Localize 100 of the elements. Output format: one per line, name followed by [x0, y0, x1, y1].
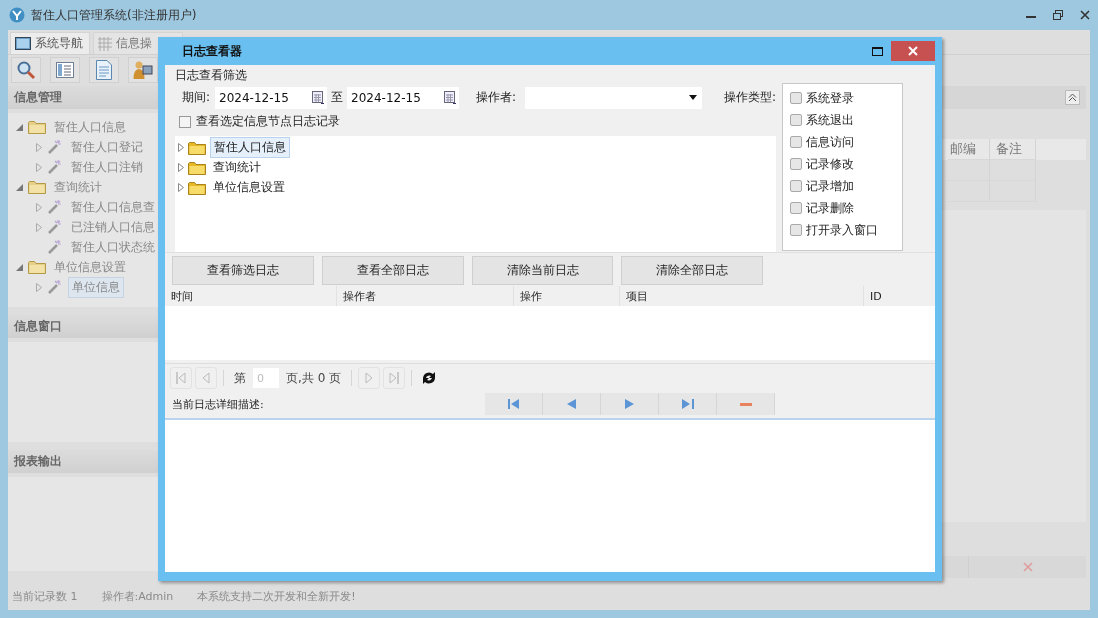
- last-page-button[interactable]: [383, 367, 406, 389]
- checkbox[interactable]: [790, 158, 802, 170]
- field-label: 至: [331, 89, 344, 107]
- collapsed-arrow-icon[interactable]: [178, 143, 184, 153]
- expanded-arrow-icon[interactable]: [16, 183, 23, 191]
- monitor-icon: [15, 37, 31, 50]
- grid-icon: [98, 36, 112, 51]
- folder-icon: [188, 140, 206, 155]
- group-title: 日志查看筛选: [175, 67, 248, 84]
- column-header: 邮编: [948, 139, 990, 160]
- wand-icon: [47, 139, 63, 155]
- folder-icon: [188, 160, 206, 175]
- checkbox-label[interactable]: 记录修改: [806, 155, 854, 173]
- checkbox-label[interactable]: 系统退出: [806, 111, 854, 129]
- next-record-icon: [625, 399, 634, 409]
- collapsed-arrow-icon[interactable]: [36, 162, 42, 172]
- collapsed-arrow-icon[interactable]: [36, 222, 42, 232]
- tree-item[interactable]: 单位信息设置: [210, 178, 288, 198]
- collapsed-arrow-icon[interactable]: [36, 282, 42, 292]
- checkbox-label[interactable]: 记录增加: [806, 177, 854, 195]
- date-field[interactable]: 2024-12-15: [347, 86, 460, 109]
- next-record-button[interactable]: [601, 393, 659, 415]
- double-chevron-up-icon: [1068, 93, 1077, 102]
- column-header: 项目: [620, 286, 864, 306]
- tree-item[interactable]: 暂住人口信息: [210, 137, 290, 159]
- caret-icon: [688, 95, 697, 101]
- tree-item[interactable]: 查询统计: [210, 158, 264, 178]
- restore-icon: [1052, 10, 1063, 20]
- next-page-button[interactable]: [358, 367, 381, 389]
- remove-record-button[interactable]: [717, 393, 775, 415]
- close-icon: [1022, 562, 1033, 572]
- list-view-button[interactable]: [50, 56, 80, 83]
- dialog-title: 日志查看器: [182, 42, 242, 60]
- wand-icon: [47, 199, 63, 215]
- close-icon: [908, 46, 918, 56]
- collapsed-arrow-icon[interactable]: [36, 142, 42, 152]
- checkbox[interactable]: [790, 180, 802, 192]
- collapsed-arrow-icon[interactable]: [36, 202, 42, 212]
- checkbox[interactable]: [790, 114, 802, 126]
- field-label: 期间:: [182, 89, 211, 107]
- checkbox[interactable]: [790, 136, 802, 148]
- document-icon: [96, 59, 112, 80]
- checkbox-label[interactable]: 信息访问: [806, 133, 854, 151]
- page-count-text: 页,共 0 页: [286, 369, 342, 387]
- checkbox-label[interactable]: 查看选定信息节点日志记录: [196, 113, 340, 131]
- refresh-icon: [421, 371, 438, 385]
- collapsed-arrow-icon[interactable]: [178, 183, 184, 193]
- column-header: 操作者: [337, 286, 514, 306]
- last-record-icon: [681, 399, 694, 409]
- previous-page-button[interactable]: [195, 367, 217, 389]
- collapsed-arrow-icon[interactable]: [178, 163, 184, 173]
- folder-icon: [188, 180, 206, 195]
- close-button[interactable]: [891, 41, 935, 61]
- section-label: 当前日志详细描述:: [172, 396, 265, 412]
- person-icon: [133, 59, 153, 80]
- checkbox-label[interactable]: 系统登录: [806, 89, 854, 107]
- column-header: 时间: [165, 286, 337, 306]
- action-button[interactable]: 清除当前日志: [472, 256, 613, 285]
- document-button[interactable]: [89, 56, 119, 83]
- wand-icon: [47, 239, 63, 255]
- close-icon: [1079, 10, 1090, 20]
- wand-icon: [47, 159, 63, 175]
- first-record-button[interactable]: [485, 393, 543, 415]
- action-button[interactable]: 查看筛选日志: [172, 256, 314, 285]
- action-button[interactable]: 查看全部日志: [322, 256, 464, 285]
- collapse-button[interactable]: [1065, 90, 1080, 105]
- wand-icon: [47, 279, 63, 295]
- previous-page-icon: [202, 372, 210, 384]
- column-header: 备注: [990, 139, 1036, 160]
- field-label: 操作者:: [476, 89, 517, 107]
- checkbox-label[interactable]: 记录删除: [806, 199, 854, 217]
- checkbox[interactable]: [179, 115, 191, 128]
- search-icon: [16, 59, 36, 80]
- folder-icon: [28, 180, 46, 194]
- user-info-button[interactable]: [128, 56, 158, 83]
- checkbox-label[interactable]: 打开录入窗口: [806, 221, 878, 239]
- checkbox[interactable]: [790, 224, 802, 236]
- expanded-arrow-icon[interactable]: [16, 263, 23, 271]
- status-text: 操作者:Admin: [101, 588, 174, 604]
- status-text: 当前记录数 1: [12, 588, 78, 604]
- folder-icon: [28, 260, 46, 274]
- first-record-icon: [507, 399, 520, 409]
- date-field[interactable]: 2024-12-15: [215, 86, 328, 109]
- checkbox[interactable]: [790, 92, 802, 104]
- app-logo-icon: [9, 7, 25, 23]
- folder-icon: [28, 120, 46, 134]
- next-page-icon: [365, 372, 374, 384]
- wand-icon: [47, 219, 63, 235]
- search-button[interactable]: [11, 56, 41, 83]
- first-page-button[interactable]: [170, 367, 192, 389]
- previous-record-icon: [567, 399, 576, 409]
- tab[interactable]: 系统导航: [10, 32, 90, 54]
- previous-record-button[interactable]: [543, 393, 601, 415]
- last-record-button[interactable]: [659, 393, 717, 415]
- first-page-icon: [176, 372, 186, 384]
- column-header: ID: [869, 288, 883, 305]
- expanded-arrow-icon[interactable]: [16, 123, 23, 131]
- action-button[interactable]: 清除全部日志: [621, 256, 763, 285]
- checkbox[interactable]: [790, 202, 802, 214]
- last-page-icon: [389, 372, 400, 384]
